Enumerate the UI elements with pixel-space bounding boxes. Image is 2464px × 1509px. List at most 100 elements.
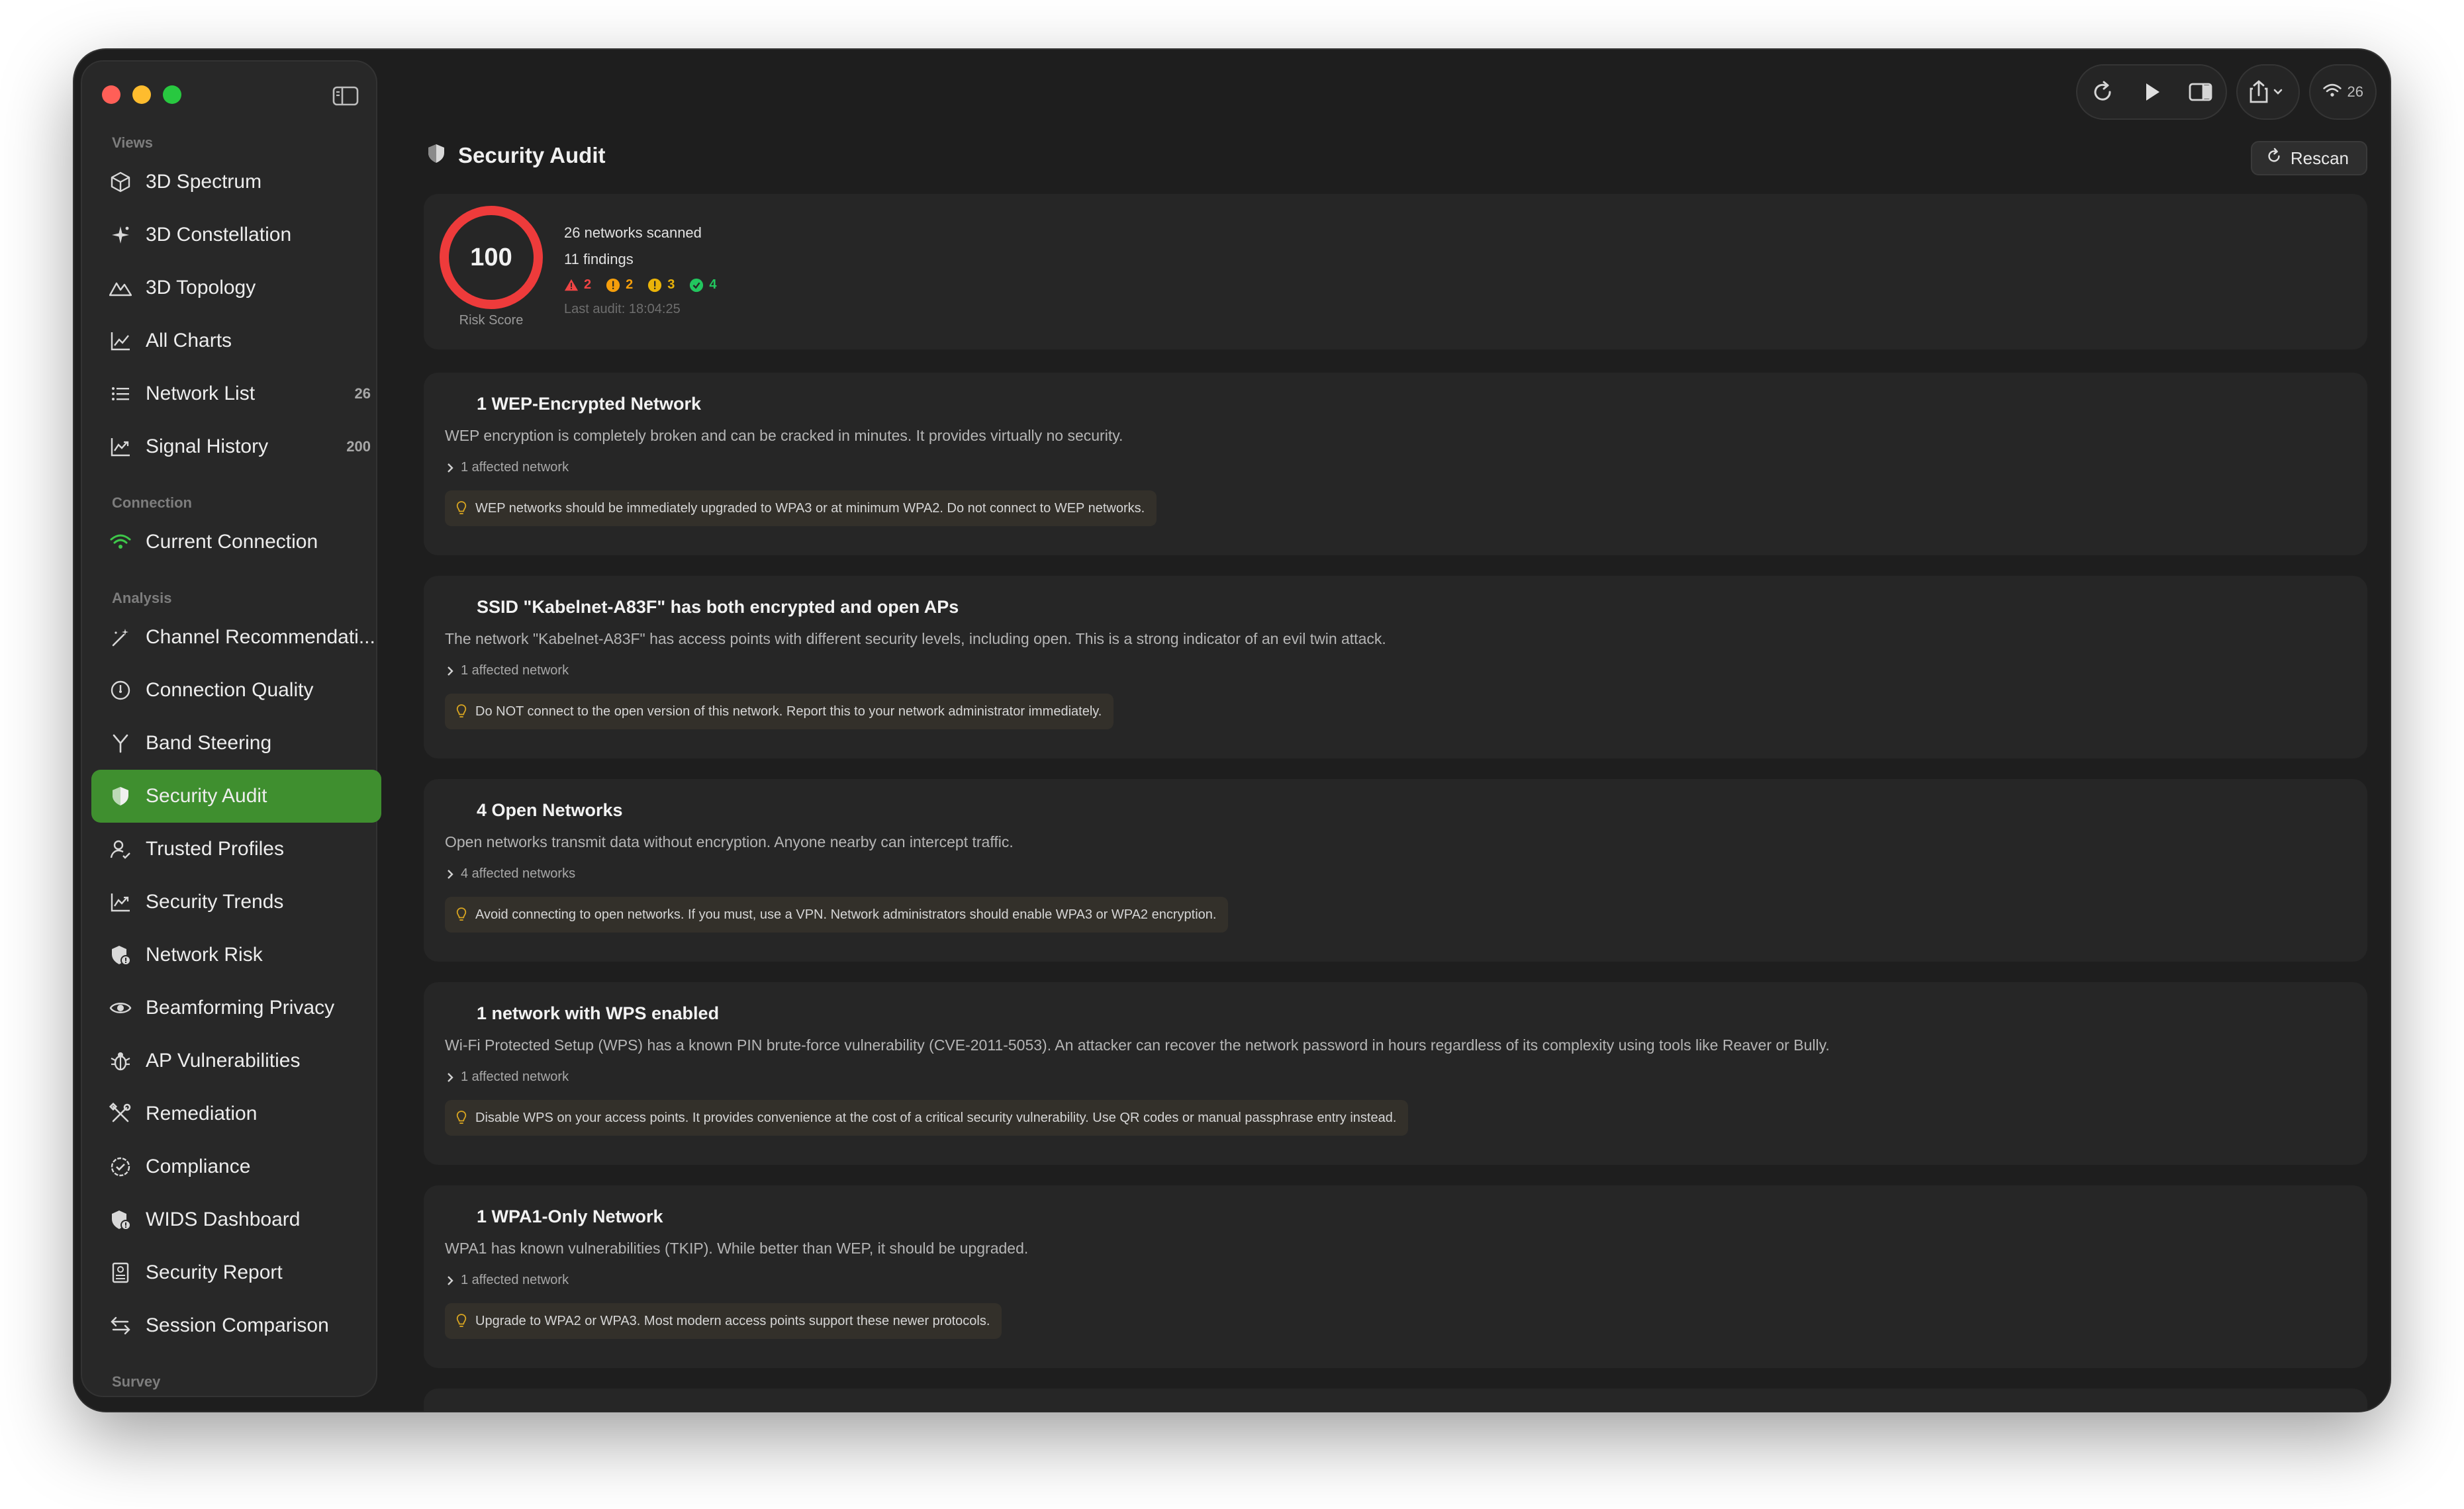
risk-score-value: 100	[470, 243, 512, 271]
affected-networks-toggle[interactable]: 4 affected networks	[445, 866, 575, 882]
chevron-right-icon	[448, 1072, 453, 1082]
lightbulb-icon	[456, 1111, 467, 1124]
finding-description: WEP encryption is completely broken and …	[445, 427, 1123, 444]
sidebar-item-band-steering[interactable]: Band Steering	[91, 717, 383, 770]
person-check-icon	[107, 836, 134, 862]
wifi-icon	[107, 529, 134, 555]
sidebar-item-security-report[interactable]: Security Report	[91, 1246, 383, 1299]
sidebar-item-network-list[interactable]: Network List 26	[91, 367, 383, 420]
finding-description: WPA1 has known vulnerabilities (TKIP). W…	[445, 1240, 1029, 1257]
recommendation-banner: WEP networks should be immediately upgra…	[445, 490, 1157, 526]
finding-title: 4 Open Networks	[477, 800, 623, 820]
sidebar-toggle-icon[interactable]	[332, 85, 359, 107]
play-icon[interactable]	[2137, 77, 2166, 107]
refresh-icon[interactable]	[2088, 77, 2117, 107]
finding-title: SSID "Kabelnet-A83F" has both encrypted …	[477, 597, 959, 617]
sidebar-item-label: Network Risk	[146, 944, 263, 966]
sidebar-item-remediation[interactable]: Remediation	[91, 1087, 383, 1140]
sidebar-item-3d-spectrum[interactable]: 3D Spectrum	[91, 156, 383, 208]
sidebar-item-label: Band Steering	[146, 732, 272, 754]
cube-icon	[107, 169, 134, 195]
lightbulb-icon	[456, 704, 467, 717]
affected-networks-toggle[interactable]: 1 affected network	[445, 1273, 569, 1288]
severity-counts: 2 2 3 4	[564, 277, 717, 293]
sidebar-item-label: Signal History	[146, 435, 269, 457]
sidebar-item-security-trends[interactable]: Security Trends	[91, 876, 383, 929]
sidebar-item-channel-recommendations[interactable]: Channel Recommendati...	[91, 611, 383, 664]
rescan-button[interactable]: Rescan	[2250, 141, 2367, 175]
high-count: 2	[606, 277, 633, 293]
sidebar-item-label: Compliance	[146, 1156, 251, 1177]
sidebar-item-session-comparison[interactable]: Session Comparison	[91, 1299, 383, 1352]
sidebar-item-security-audit[interactable]: Security Audit	[91, 770, 381, 823]
sidebar-item-ap-vulnerabilities[interactable]: AP Vulnerabilities	[91, 1034, 383, 1087]
shield-icon	[107, 783, 134, 809]
ok-count: 4	[689, 277, 717, 293]
sidebar-item-trusted-profiles[interactable]: Trusted Profiles	[91, 823, 383, 876]
recommendation-banner: Avoid connecting to open networks. If yo…	[445, 897, 1229, 933]
app-window: Views 3D Spectrum 3D Constellation 3D To…	[74, 50, 2390, 1411]
last-audit-time: Last audit: 18:04:25	[564, 302, 681, 316]
share-menu-group	[2236, 64, 2300, 120]
sidebar-item-wids-dashboard[interactable]: WIDS Dashboard	[91, 1193, 383, 1246]
section-label-analysis: Analysis	[112, 590, 172, 606]
sidebar-item-current-connection[interactable]: Current Connection	[91, 516, 383, 569]
sidebar-item-compliance[interactable]: Compliance	[91, 1140, 383, 1193]
sidebar-item-label: 3D Spectrum	[146, 171, 262, 193]
sidebar-item-3d-topology[interactable]: 3D Topology	[91, 261, 383, 314]
risk-score-label: Risk Score	[459, 313, 524, 328]
page-title: Security Audit	[458, 142, 606, 167]
sidebar: Views 3D Spectrum 3D Constellation 3D To…	[81, 60, 381, 1397]
signal-count-badge: 200	[346, 438, 371, 455]
affected-networks-toggle[interactable]: 1 affected network	[445, 1070, 569, 1085]
shield-alert-icon	[107, 1207, 134, 1233]
zoom-window-button[interactable]	[163, 85, 181, 104]
chevron-right-icon	[448, 869, 453, 879]
finding-title: 1 network with WPS enabled	[477, 1003, 720, 1023]
finding-title: 1 WEP-Encrypted Network	[477, 394, 702, 414]
sidebar-item-beamforming-privacy[interactable]: Beamforming Privacy	[91, 982, 383, 1034]
wifi-status-icon	[2322, 81, 2342, 104]
lightbulb-icon	[456, 1314, 467, 1327]
sidebar-item-connection-quality[interactable]: Connection Quality	[91, 664, 383, 717]
audit-stats: 26 networks scanned 11 findings 2 2 3 4	[564, 224, 717, 317]
finding-card-open-networks: 4 Open Networks Open networks transmit d…	[424, 779, 2367, 962]
minimize-window-button[interactable]	[132, 85, 151, 104]
info-circle-icon	[648, 278, 662, 292]
inspector-toggle-icon[interactable]	[2186, 77, 2215, 107]
close-window-button[interactable]	[102, 85, 120, 104]
sidebar-item-label: Session Comparison	[146, 1314, 329, 1336]
eye-icon	[107, 995, 134, 1021]
gauge-icon	[107, 677, 134, 704]
bug-icon	[107, 1048, 134, 1074]
sidebar-item-label: Channel Recommendati...	[146, 626, 375, 648]
report-icon	[107, 1259, 134, 1286]
toolbar-actions-group	[2075, 64, 2227, 120]
rescan-label: Rescan	[2290, 148, 2349, 168]
affected-networks-toggle[interactable]: 1 affected network	[445, 460, 569, 475]
finding-card-wpa1: 1 WPA1-Only Network WPA1 has known vulne…	[424, 1185, 2367, 1368]
section-label-connection: Connection	[112, 494, 192, 511]
sidebar-item-label: Security Trends	[146, 891, 284, 913]
sidebar-item-3d-constellation[interactable]: 3D Constellation	[91, 208, 383, 261]
sidebar-item-label: Connection Quality	[146, 679, 314, 701]
page-header: Security Audit	[425, 142, 605, 168]
list-icon	[107, 381, 134, 407]
critical-count: 2	[564, 277, 591, 293]
alert-circle-icon	[606, 278, 620, 292]
finding-description: Wi-Fi Protected Setup (WPS) has a known …	[445, 1036, 1830, 1054]
shield-icon	[425, 142, 448, 168]
sidebar-item-network-risk[interactable]: Network Risk	[91, 929, 383, 982]
wifi-status[interactable]: 26	[2308, 64, 2377, 120]
sidebar-item-label: Security Audit	[146, 785, 267, 807]
section-label-views: Views	[112, 134, 153, 151]
share-icon[interactable]	[2248, 77, 2288, 107]
finding-card-wep: 1 WEP-Encrypted Network WEP encryption i…	[424, 373, 2367, 555]
toolbar: 26	[2067, 63, 2377, 121]
affected-networks-toggle[interactable]: 1 affected network	[445, 663, 569, 678]
sidebar-item-all-charts[interactable]: All Charts	[91, 314, 383, 367]
chevron-right-icon	[448, 1275, 453, 1285]
recommendation-banner: Do NOT connect to the open version of th…	[445, 694, 1114, 729]
recommendation-banner: Upgrade to WPA2 or WPA3. Most modern acc…	[445, 1303, 1002, 1339]
sidebar-item-signal-history[interactable]: Signal History 200	[91, 420, 383, 473]
